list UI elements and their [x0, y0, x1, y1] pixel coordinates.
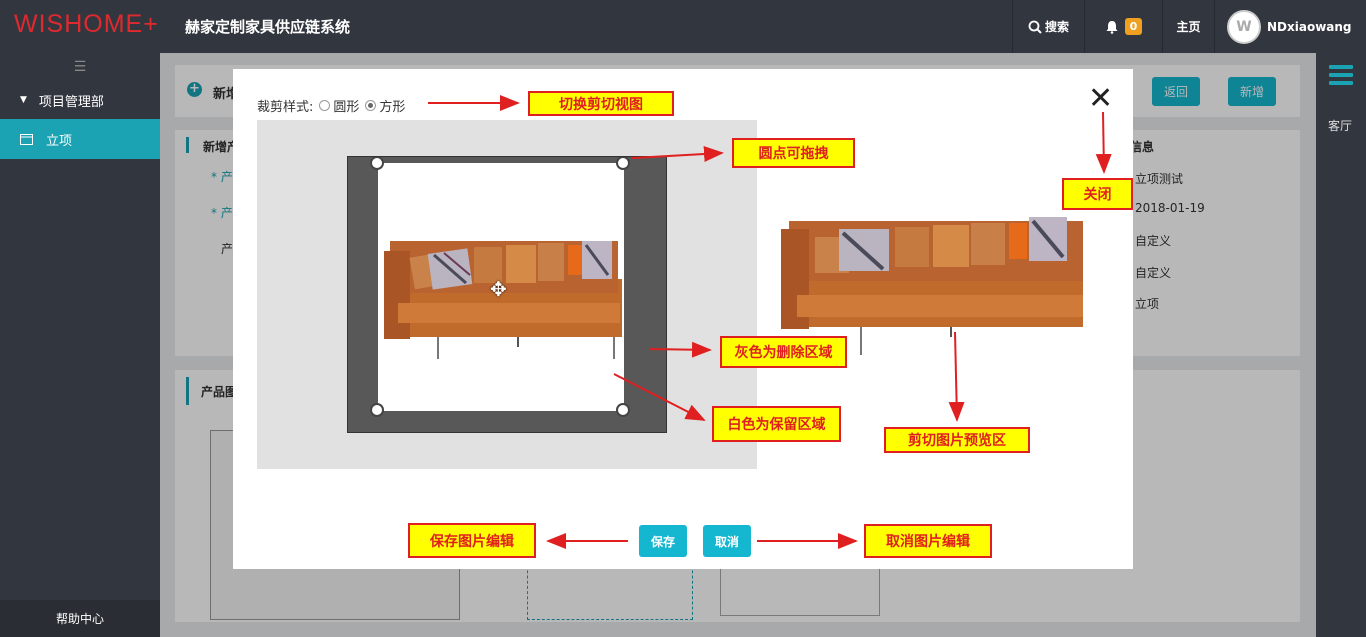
crop-handle-bottom-left[interactable] [370, 403, 384, 417]
crop-image: ✥ [347, 156, 667, 433]
sofa-preview-image [781, 217, 1083, 355]
sidebar: ☰ ▼ 项目管理部 立项 帮助中心 [0, 53, 160, 637]
category-label[interactable]: 客厅 [1328, 117, 1352, 134]
help-center-link[interactable]: 帮助中心 [0, 600, 160, 637]
sidebar-group-label: 项目管理部 [38, 94, 104, 110]
close-icon[interactable]: ✕ [1088, 84, 1113, 114]
crop-keep-region[interactable]: ✥ [378, 163, 624, 411]
sidebar-item-lixiang[interactable]: 立项 [0, 119, 160, 159]
crop-modal: 裁剪样式: 圆形 方形 ✕ ✥ 保存 取消 [233, 69, 1133, 569]
bell-icon [1106, 20, 1118, 34]
annotation-switch-view: 切换剪切视图 [528, 91, 674, 116]
user-menu[interactable]: W NDxiaowang [1214, 0, 1366, 53]
home-link[interactable]: 主页 [1162, 0, 1214, 53]
crop-handle-top-right[interactable] [616, 157, 630, 170]
annotation-cancel-edit: 取消图片编辑 [864, 524, 992, 558]
calendar-icon [20, 134, 33, 145]
radio-circle[interactable] [319, 100, 331, 111]
radio-circle-label[interactable]: 圆形 [333, 96, 359, 115]
sidebar-item-label: 立项 [46, 133, 73, 149]
annotation-drag-dots: 圆点可拖拽 [732, 138, 855, 168]
search-button[interactable]: 搜索 [1012, 0, 1084, 53]
cancel-button[interactable]: 取消 [703, 525, 751, 557]
crop-handle-top-left[interactable] [370, 157, 384, 170]
crop-canvas[interactable]: ✥ [257, 120, 757, 469]
system-title: 赫家定制家具供应链系统 [185, 18, 351, 36]
caret-down-icon: ▼ [20, 95, 27, 105]
logo[interactable]: WISHOME+ [14, 10, 159, 39]
notification-button[interactable]: 0 [1084, 0, 1162, 53]
radio-square-label[interactable]: 方形 [379, 96, 405, 115]
notification-badge: 0 [1124, 18, 1143, 35]
avatar: W [1227, 9, 1261, 44]
crop-handle-bottom-right[interactable] [616, 403, 630, 417]
sidebar-group-project[interactable]: ▼ 项目管理部 [0, 81, 160, 119]
username: NDxiaowang [1267, 19, 1352, 34]
crop-style-label: 裁剪样式: [257, 100, 314, 115]
move-icon[interactable]: ✥ [490, 277, 507, 301]
annotation-white-keep: 白色为保留区域 [712, 406, 841, 442]
top-bar: WISHOME+ 赫家定制家具供应链系统 搜索 0 主页 W NDxiaowan… [0, 0, 1366, 53]
menu-icon[interactable] [1329, 65, 1353, 89]
save-button[interactable]: 保存 [639, 525, 687, 557]
search-icon [1028, 20, 1042, 34]
annotation-save-edit: 保存图片编辑 [408, 523, 536, 558]
annotation-gray-delete: 灰色为删除区域 [720, 336, 847, 368]
annotation-close: 关闭 [1062, 178, 1133, 210]
radio-square[interactable] [365, 100, 377, 111]
crop-preview [781, 199, 1083, 359]
crop-style-selector: 裁剪样式: 圆形 方形 [257, 96, 405, 115]
search-label: 搜索 [1044, 20, 1069, 34]
annotation-preview-area: 剪切图片预览区 [884, 427, 1030, 453]
right-bar: 客厅 [1316, 53, 1366, 637]
menu-toggle-icon[interactable]: ☰ [0, 53, 160, 81]
